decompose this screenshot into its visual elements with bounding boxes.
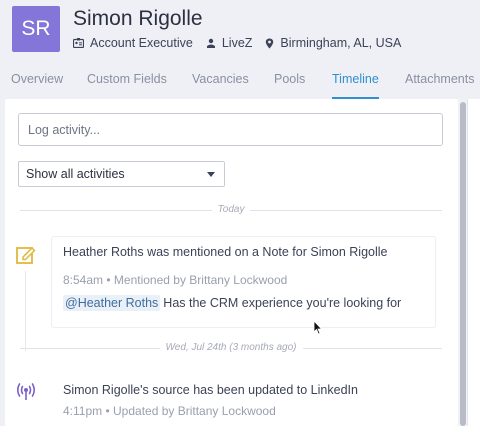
- tab-timeline[interactable]: Timeline: [332, 72, 379, 86]
- mention-tag[interactable]: @Heather Roths: [63, 295, 161, 311]
- job-title: Account Executive: [73, 36, 193, 50]
- tab-vacancies[interactable]: Vacancies: [192, 72, 249, 86]
- mouse-pointer-icon: [313, 319, 323, 340]
- job-title-text: Account Executive: [90, 36, 193, 50]
- company: LiveZ: [206, 36, 253, 50]
- profile-meta: Account Executive LiveZ Birmingham, AL, …: [73, 36, 414, 50]
- avatar: SR: [12, 6, 60, 52]
- note-text: Has the CRM experience you're looking fo…: [163, 296, 402, 310]
- activity-title: Heather Roths was mentioned on a Note fo…: [63, 245, 388, 259]
- profile-name: Simon Rigolle: [73, 7, 203, 30]
- location-text: Birmingham, AL, USA: [280, 36, 402, 50]
- activity-meta: 8:54am • Mentioned by Brittany Lockwood: [63, 273, 288, 287]
- activity-filter-select[interactable]: Show all activities: [18, 161, 225, 187]
- tab-custom-fields[interactable]: Custom Fields: [87, 72, 167, 86]
- tab-attachments[interactable]: Attachments: [405, 72, 474, 86]
- id-badge-icon: [73, 38, 84, 48]
- chevron-down-icon: [207, 172, 215, 177]
- company-text: LiveZ: [221, 36, 253, 50]
- activity-meta: 4:11pm • Updated by Brittany Lockwood: [63, 404, 276, 418]
- timeline-connector: [25, 271, 26, 351]
- date-divider-today: Today: [20, 204, 442, 216]
- log-activity-input[interactable]: [18, 113, 443, 146]
- note-edit-icon: [16, 245, 36, 269]
- tab-overview[interactable]: Overview: [11, 72, 63, 86]
- activity-filter-value: Show all activities: [26, 167, 125, 181]
- tab-pools[interactable]: Pools: [274, 72, 305, 86]
- date-label: Wed, Jul 24th (3 months ago): [159, 342, 303, 353]
- activity-note-body: @Heather Roths Has the CRM experience you…: [63, 295, 402, 311]
- tab-bar: Overview Custom Fields Vacancies Pools T…: [0, 66, 480, 100]
- scrollbar-thumb[interactable]: [460, 102, 466, 426]
- building-icon: [206, 38, 215, 48]
- location-pin-icon: [266, 38, 274, 48]
- location: Birmingham, AL, USA: [265, 36, 401, 50]
- date-divider-jul-24: Wed, Jul 24th (3 months ago): [20, 342, 442, 354]
- side-panel-edge: [467, 99, 480, 426]
- broadcast-icon: [15, 381, 37, 406]
- activity-title: Simon Rigolle's source has been updated …: [63, 383, 358, 397]
- profile-header: SR Simon Rigolle Account Executive LiveZ: [0, 0, 480, 60]
- date-label: Today: [211, 204, 251, 215]
